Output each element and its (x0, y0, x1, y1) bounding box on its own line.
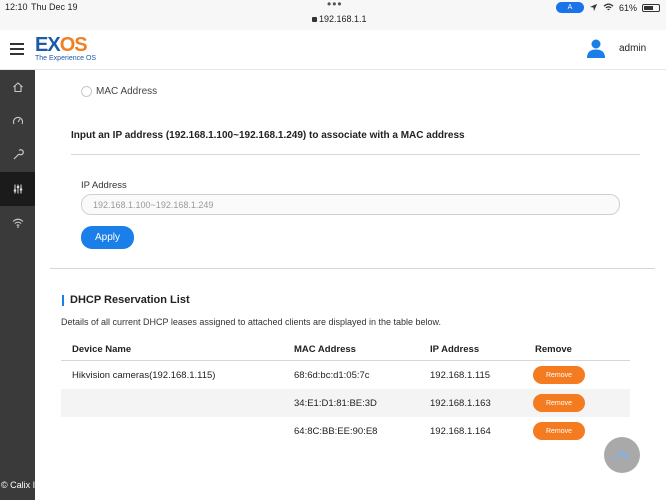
sliders-icon (13, 184, 22, 194)
section-divider (50, 268, 655, 269)
home-icon (12, 82, 23, 93)
lock-icon (312, 17, 317, 22)
battery-icon (642, 3, 660, 12)
gauge-icon (12, 116, 23, 125)
sidebar-item-settings[interactable] (0, 172, 35, 206)
logo-tagline: The Experience OS (35, 55, 97, 62)
ios-status-bar: 12:10 Thu Dec 19 ••• 192.168.1.1 A 61% (0, 0, 666, 30)
ip-address-label: IP Address (81, 180, 127, 191)
column-header-device-name: Device Name (72, 344, 132, 355)
status-time: 12:10 (5, 2, 28, 12)
ip-address-cell: 192.168.1.115 (430, 370, 491, 381)
remove-button[interactable]: Remove (533, 422, 585, 440)
scroll-to-top-button[interactable] (604, 437, 640, 473)
mac-address-cell: 64:8C:BB:EE:90:E8 (294, 426, 378, 437)
column-header-remove: Remove (535, 344, 572, 355)
table-row: 64:8C:BB:EE:90:E8 192.168.1.164 Remove (61, 417, 630, 445)
sidebar-item-dashboard[interactable] (0, 104, 35, 138)
location-arrow-icon (589, 3, 598, 12)
main-content: MAC Address Input an IP address (192.168… (35, 70, 666, 500)
url-text: 192.168.1.1 (319, 14, 367, 24)
tab-overview-dots-icon[interactable]: ••• (327, 0, 343, 11)
wifi-icon (12, 218, 23, 228)
menu-icon[interactable] (10, 43, 24, 55)
table-row: 34:E1:D1:81:BE:3D 192.168.1.163 Remove (61, 389, 630, 417)
exos-logo[interactable]: EXOS The Experience OS (35, 34, 96, 62)
column-header-mac-address: MAC Address (294, 344, 356, 355)
column-header-ip-address: IP Address (430, 344, 480, 355)
sidebar-item-tools[interactable] (0, 138, 35, 172)
wrench-icon (13, 149, 24, 160)
mac-address-cell: 68:6d:bc:d1:05:7c (294, 370, 370, 381)
table-row: Hikvision cameras(192.168.1.115) 68:6d:b… (61, 361, 630, 389)
instruction-text: Input an IP address (192.168.1.100~192.1… (71, 130, 465, 141)
apply-button[interactable]: Apply (81, 226, 134, 249)
mac-address-radio[interactable] (81, 86, 92, 97)
ip-address-input[interactable] (81, 194, 620, 215)
app-header: EXOS The Experience OS admin (0, 30, 666, 70)
status-date: Thu Dec 19 (31, 2, 78, 12)
reservation-list-title: DHCP Reservation List (62, 295, 190, 306)
reservation-list-description: Details of all current DHCP leases assig… (61, 317, 442, 327)
chevron-up-icon (614, 450, 630, 460)
logo-accent-text: OS (59, 34, 88, 56)
device-name-cell: Hikvision cameras(192.168.1.115) (72, 370, 216, 381)
url-bar[interactable]: 192.168.1.1 (312, 14, 367, 24)
sidebar-item-home[interactable] (0, 70, 35, 104)
user-avatar-icon[interactable] (586, 38, 606, 58)
logo-main-text: EX (35, 34, 61, 56)
wifi-status-icon (603, 3, 614, 11)
table-header: Device Name MAC Address IP Address Remov… (61, 338, 630, 360)
copyright-text: © Calix Inc. (1, 480, 35, 490)
sidebar: © Calix Inc. (0, 70, 35, 500)
status-indicators: A 61% (555, 2, 660, 13)
sidebar-item-wifi[interactable] (0, 206, 35, 240)
recording-indicator-icon: A (555, 2, 584, 13)
username[interactable]: admin (619, 43, 646, 54)
ip-address-cell: 192.168.1.163 (430, 398, 491, 409)
mac-address-cell: 34:E1:D1:81:BE:3D (294, 398, 377, 409)
remove-button[interactable]: Remove (533, 394, 585, 412)
form-divider (71, 154, 640, 155)
mac-address-option-label: MAC Address (96, 86, 158, 97)
remove-button[interactable]: Remove (533, 366, 585, 384)
battery-percent: 61% (618, 2, 637, 13)
ip-address-cell: 192.168.1.164 (430, 426, 491, 437)
